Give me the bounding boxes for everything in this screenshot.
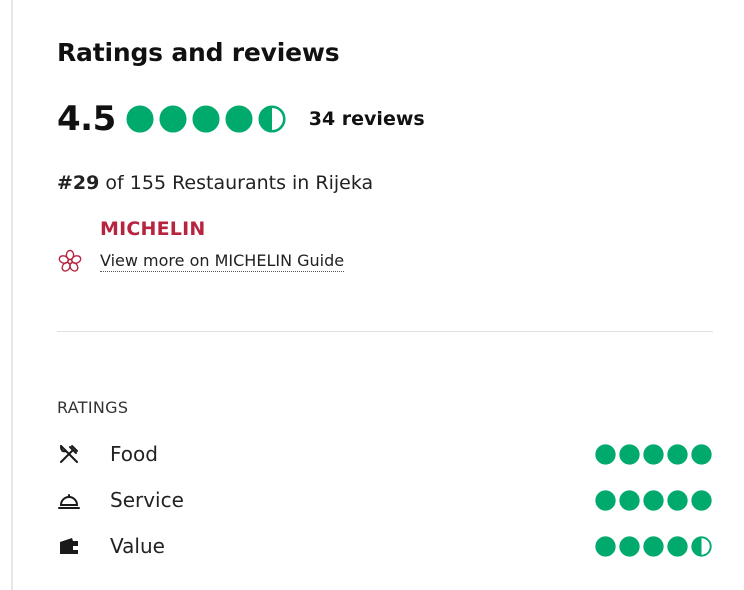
michelin-title: MICHELIN xyxy=(100,218,206,240)
rating-name: Value xyxy=(110,534,165,558)
full-bubble-icon xyxy=(667,535,688,557)
full-bubble-icon xyxy=(643,535,664,557)
michelin-guide-link[interactable]: View more on MICHELIN Guide xyxy=(100,251,345,272)
full-bubble-icon xyxy=(619,443,640,465)
full-bubble-icon xyxy=(126,105,154,133)
overall-bubbles xyxy=(126,105,291,133)
wallet-icon xyxy=(57,534,81,558)
rank-number: #29 xyxy=(57,172,100,194)
ratings-label: RATINGS xyxy=(57,398,129,417)
full-bubble-icon xyxy=(691,443,712,465)
full-bubble-icon xyxy=(667,443,688,465)
rating-row-service: Service xyxy=(57,485,712,515)
full-bubble-icon xyxy=(619,489,640,511)
rating-row-food: Food xyxy=(57,439,712,469)
rating-row-value: Value xyxy=(57,531,712,561)
service-bubbles xyxy=(592,489,712,511)
full-bubble-icon xyxy=(691,489,712,511)
ranking[interactable]: #29 of 155 Restaurants in Rijeka xyxy=(57,172,373,194)
half-bubble-icon xyxy=(258,105,286,133)
full-bubble-icon xyxy=(225,105,253,133)
overall-rating: 4.5 34 reviews xyxy=(57,96,425,142)
rank-text: of 155 Restaurants in Rijeka xyxy=(99,172,374,194)
michelin-flower-icon xyxy=(58,249,82,272)
full-bubble-icon xyxy=(643,489,664,511)
divider xyxy=(57,331,713,332)
utensils-icon xyxy=(57,442,81,466)
full-bubble-icon xyxy=(667,489,688,511)
half-bubble-icon xyxy=(691,535,712,557)
section-title: Ratings and reviews xyxy=(57,38,340,67)
food-bubbles xyxy=(592,443,712,465)
service-bell-icon xyxy=(57,488,81,512)
overall-score: 4.5 xyxy=(57,99,116,139)
full-bubble-icon xyxy=(595,443,616,465)
rating-name: Food xyxy=(110,442,158,466)
full-bubble-icon xyxy=(192,105,220,133)
review-count-link[interactable]: 34 reviews xyxy=(309,108,425,130)
full-bubble-icon xyxy=(643,443,664,465)
full-bubble-icon xyxy=(595,535,616,557)
ratings-panel: Ratings and reviews 4.5 34 reviews #29 o… xyxy=(57,0,713,590)
rating-name: Service xyxy=(110,488,184,512)
left-border xyxy=(11,0,13,590)
value-bubbles xyxy=(592,535,712,557)
full-bubble-icon xyxy=(595,489,616,511)
full-bubble-icon xyxy=(619,535,640,557)
full-bubble-icon xyxy=(159,105,187,133)
